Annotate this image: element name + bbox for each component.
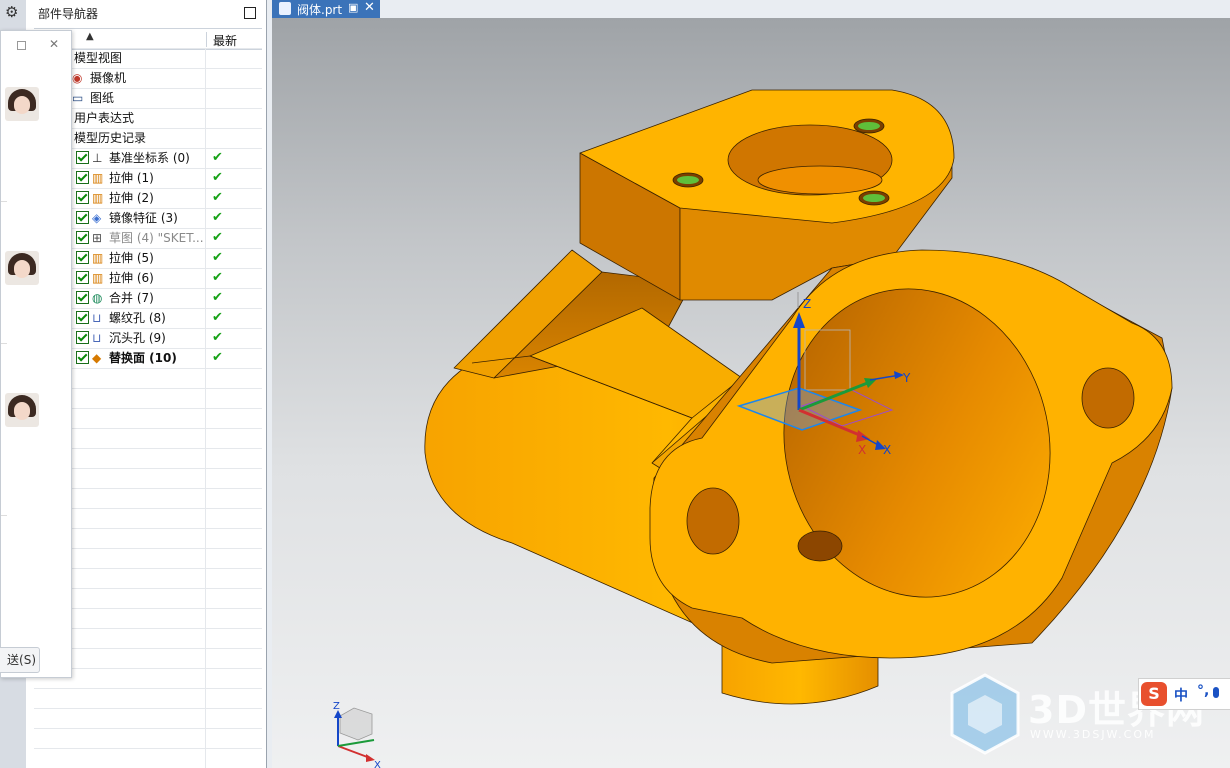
triad-x-label-red: X [858,443,866,457]
tree-node-label: 替换面 (10) [109,351,177,365]
close-icon[interactable]: ✕ [49,37,59,51]
visibility-checkbox[interactable] [76,291,89,304]
sort-ascending-icon: ▲ [86,31,94,42]
tree-node-label: 模型历史记录 [74,131,147,145]
view-triad: Z X [333,701,381,768]
extrude-icon: ▥ [92,271,104,285]
up-to-date-check-icon: ✔ [212,310,223,325]
tree-node-label: 沉头孔 (9) [109,331,166,345]
up-to-date-check-icon: ✔ [212,190,223,205]
tree-node-label: 摄像机 [90,71,127,85]
tree-node-label: 草图 (4) "SKET... [109,231,204,245]
up-to-date-check-icon: ✔ [212,290,223,305]
visibility-checkbox[interactable] [76,311,89,324]
ime-toolbar[interactable]: S 中 °, [1138,678,1230,710]
counterbore-hole-icon: ⊔ [92,331,102,345]
column-latest[interactable]: 最新 [206,32,237,48]
tree-node-label: 基准坐标系 (0) [109,151,190,165]
tab-title: 阀体.prt [297,3,343,17]
extrude-icon: ▥ [92,251,104,265]
navigator-title: 部件导航器 [38,7,99,21]
up-to-date-check-icon: ✔ [212,330,223,345]
up-to-date-check-icon: ✔ [212,170,223,185]
chat-popup: ✕ 送(S) [0,30,72,678]
tree-node-label: 图纸 [90,91,115,105]
sketch-icon: ⊞ [92,231,103,245]
send-button[interactable]: 送(S) [0,647,40,673]
watermark-url: WWW.3DSJW.COM [1030,728,1156,741]
up-to-date-check-icon: ✔ [212,210,223,225]
mini-x-label: X [374,760,381,768]
tree-node-label: 拉伸 (6) [109,271,154,285]
graphics-viewport[interactable]: Z Y X X Z X 3D世界网 WWW.3DSJW.COM S 中 °, [272,18,1230,768]
ime-language[interactable]: 中 [1174,685,1188,705]
visibility-checkbox[interactable] [76,171,89,184]
tab-bar: 阀体.prt ▣ ✕ [272,0,1230,18]
tree-node-label: 拉伸 (2) [109,191,154,205]
camera-icon: ◉ [72,71,83,85]
cube-logo-icon [950,673,1020,755]
visibility-checkbox[interactable] [76,351,89,364]
triad-y-label: Y [902,371,911,385]
tree-node-label: 合并 (7) [109,291,154,305]
visibility-checkbox[interactable] [76,191,89,204]
valve-body-model: Z Y X X Z X [333,89,1173,768]
extrude-icon: ▥ [92,191,104,205]
replace-face-icon: ◆ [92,351,102,365]
avatar[interactable] [5,251,39,285]
visibility-checkbox[interactable] [76,331,89,344]
drawing-icon: ▭ [72,91,84,105]
triad-x-label: X [883,443,891,457]
minimize-icon[interactable] [17,41,26,50]
modified-icon: ▣ [348,1,359,14]
tree-node-label: 镜像特征 (3) [109,211,178,225]
unite-icon: ◍ [92,291,103,305]
extrude-icon: ▥ [92,171,104,185]
maximize-icon[interactable] [244,7,256,19]
up-to-date-check-icon: ✔ [212,250,223,265]
visibility-checkbox[interactable] [76,251,89,264]
visibility-checkbox[interactable] [76,271,89,284]
visibility-checkbox[interactable] [76,231,89,244]
avatar[interactable] [5,87,39,121]
mirror-feature-icon: ◈ [92,211,102,225]
tree-node-label: 拉伸 (1) [109,171,154,185]
up-to-date-check-icon: ✔ [212,270,223,285]
triad-z-label: Z [803,297,811,311]
visibility-checkbox[interactable] [76,211,89,224]
visibility-checkbox[interactable] [76,151,89,164]
up-to-date-check-icon: ✔ [212,350,223,365]
microphone-icon[interactable] [1213,687,1219,698]
avatar[interactable] [5,393,39,427]
tree-node-label: 用户表达式 [74,111,135,125]
tree-node-label: 螺纹孔 (8) [109,311,166,325]
close-tab-icon[interactable]: ✕ [364,0,375,15]
threaded-hole-icon: ⊔ [92,311,102,325]
sogou-s-icon[interactable]: S [1141,682,1167,706]
datum-csys-icon: ⊥ [92,151,103,165]
tree-node-label: 模型视图 [74,51,123,65]
tree-node-label: 拉伸 (5) [109,251,154,265]
up-to-date-check-icon: ✔ [212,230,223,245]
up-to-date-check-icon: ✔ [212,150,223,165]
mini-z-label: Z [333,701,340,712]
tab-part-file[interactable]: 阀体.prt ▣ ✕ [272,0,380,18]
gear-icon[interactable]: ⚙ [5,3,18,21]
ime-punctuation[interactable]: °, [1197,683,1209,699]
part-file-icon [279,2,291,15]
